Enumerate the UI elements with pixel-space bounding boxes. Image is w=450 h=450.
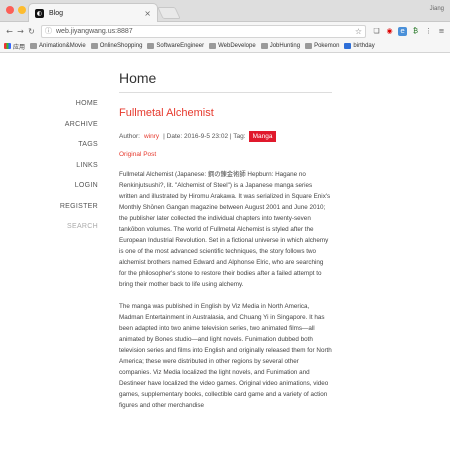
reload-icon[interactable]: ↻ bbox=[26, 27, 37, 36]
bookmark-software-engineer[interactable]: SoftwareEngineer bbox=[147, 43, 204, 49]
bookmark-animation-movie[interactable]: Animation&Movie bbox=[30, 43, 86, 49]
bookmark-label: birthday bbox=[353, 43, 375, 49]
extension-wallet-icon[interactable]: ₿ bbox=[411, 27, 420, 36]
folder-icon bbox=[147, 43, 155, 49]
extension-e-icon[interactable]: e bbox=[398, 26, 407, 36]
bookmark-birthday[interactable]: birthday bbox=[344, 43, 375, 49]
bookmark-star-icon[interactable]: ☆ bbox=[355, 27, 362, 36]
extension-opera-icon[interactable]: ◉ bbox=[385, 27, 394, 36]
calendar-icon bbox=[344, 43, 352, 49]
minimize-window-button[interactable] bbox=[18, 6, 26, 14]
bookmark-label: JobHunting bbox=[269, 43, 301, 49]
sidebar-item-archive[interactable]: ARCHIVE bbox=[60, 121, 98, 128]
page-info-icon[interactable]: ⓘ bbox=[45, 26, 52, 36]
post-paragraph: Fullmetal Alchemist (Japanese: 鋼の錬金術師 He… bbox=[119, 171, 331, 288]
extensions-area: ❏ ◉ e ₿ ⋮ ≡ bbox=[372, 26, 446, 36]
bookmark-web-develope[interactable]: WebDevelope bbox=[209, 43, 256, 49]
date-label: | Date: bbox=[163, 133, 183, 140]
apps-icon bbox=[4, 43, 11, 49]
bookmark-label: Pokemon bbox=[314, 43, 340, 49]
folder-icon bbox=[305, 43, 313, 49]
sidebar-item-links[interactable]: LINKS bbox=[60, 162, 98, 169]
bookmark-apps[interactable]: 应用 bbox=[4, 42, 25, 51]
post-paragraph: The manga was published in English by Vi… bbox=[119, 303, 332, 409]
folder-icon bbox=[90, 43, 98, 49]
tab-close-icon[interactable]: × bbox=[144, 9, 151, 18]
sidebar-item-home[interactable]: HOME bbox=[60, 100, 98, 107]
post-title[interactable]: Fullmetal Alchemist bbox=[119, 107, 332, 119]
sidebar-item-search[interactable]: SEARCH bbox=[60, 223, 98, 230]
browser-titlebar: ◐ Blog × Jiang bbox=[0, 0, 450, 22]
close-window-button[interactable] bbox=[6, 6, 14, 14]
author-label: Author: bbox=[119, 133, 140, 140]
post-meta: Author: winry | Date: 2016-9-5 23:02 | T… bbox=[119, 131, 332, 142]
bookmarks-bar: 应用 Animation&Movie OnlineShopping Softwa… bbox=[0, 40, 450, 53]
folder-icon bbox=[30, 43, 38, 49]
sidebar-item-register[interactable]: REGISTER bbox=[60, 203, 98, 210]
bookmark-label: Animation&Movie bbox=[39, 43, 86, 49]
address-bar[interactable]: ⓘ web.jiyangwang.us:8887 ☆ bbox=[41, 24, 366, 38]
tag-label: | Tag: bbox=[229, 133, 246, 140]
forward-icon[interactable]: → bbox=[15, 27, 26, 36]
toolbar: ← → ↻ ⓘ web.jiyangwang.us:8887 ☆ ❏ ◉ e ₿… bbox=[0, 22, 450, 40]
bookmark-label: 应用 bbox=[13, 44, 26, 51]
extension-more-icon[interactable]: ⋮ bbox=[424, 27, 433, 36]
tab-title: Blog bbox=[49, 9, 64, 17]
bookmark-label: SoftwareEngineer bbox=[156, 43, 205, 49]
sidebar-nav: HOME ARCHIVE TAGS LINKS LOGIN REGISTER S… bbox=[60, 100, 98, 244]
page-title: Home bbox=[119, 70, 332, 93]
profile-name[interactable]: Jiang bbox=[430, 6, 444, 12]
post-date: 2016-9-5 23:02 bbox=[183, 133, 229, 140]
sidebar-item-login[interactable]: LOGIN bbox=[60, 182, 98, 189]
bookmark-label: OnlineShopping bbox=[99, 43, 143, 49]
folder-icon bbox=[209, 43, 217, 49]
tab-blog[interactable]: ◐ Blog × bbox=[28, 3, 158, 22]
bookmark-pokemon[interactable]: Pokemon bbox=[305, 43, 339, 49]
sidebar-item-tags[interactable]: TAGS bbox=[60, 141, 98, 148]
folder-icon bbox=[260, 43, 268, 49]
main-content: Home Fullmetal Alchemist Author: winry |… bbox=[119, 70, 332, 411]
bookmark-job-hunting[interactable]: JobHunting bbox=[260, 43, 301, 49]
author-link[interactable]: winry bbox=[144, 133, 159, 140]
original-post-link[interactable]: Original Post bbox=[119, 151, 332, 158]
url-text[interactable]: web.jiyangwang.us:8887 bbox=[56, 28, 355, 35]
new-tab-button[interactable] bbox=[157, 7, 181, 19]
back-icon[interactable]: ← bbox=[4, 27, 15, 36]
menu-icon[interactable]: ≡ bbox=[437, 27, 446, 36]
extension-cast-icon[interactable]: ❏ bbox=[372, 27, 381, 36]
favicon-icon: ◐ bbox=[35, 8, 44, 18]
tag-badge[interactable]: Manga bbox=[248, 131, 277, 142]
bookmark-online-shopping[interactable]: OnlineShopping bbox=[90, 43, 143, 49]
bookmark-label: WebDevelope bbox=[218, 43, 256, 49]
